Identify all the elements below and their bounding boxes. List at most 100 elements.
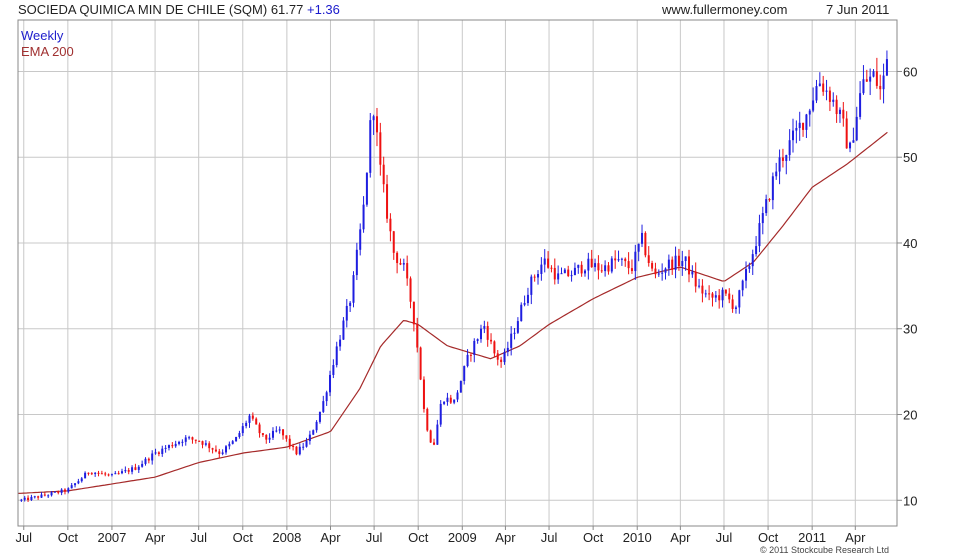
- candle: [604, 260, 607, 277]
- candle: [791, 118, 795, 153]
- candle-body: [235, 436, 238, 442]
- x-tick-label-7: Apr: [320, 530, 341, 545]
- candle: [261, 432, 264, 437]
- candle-body: [590, 258, 593, 268]
- candle: [835, 95, 838, 123]
- candle-body: [157, 452, 160, 454]
- candle-body: [426, 408, 429, 431]
- candle: [419, 346, 422, 381]
- candle-body: [483, 326, 486, 329]
- candle: [178, 440, 181, 446]
- candle-body: [610, 258, 613, 272]
- candle-body: [429, 430, 432, 443]
- candle-body: [375, 116, 378, 133]
- candle: [832, 92, 835, 107]
- candle-body: [641, 232, 644, 244]
- candle: [808, 108, 811, 127]
- candle-body: [500, 359, 503, 363]
- candle-body: [701, 285, 704, 294]
- candle: [349, 301, 352, 312]
- candle: [724, 289, 727, 297]
- candle: [241, 422, 244, 436]
- candle: [386, 174, 389, 223]
- candle-body: [604, 265, 607, 272]
- candle: [459, 380, 462, 393]
- candle-body: [617, 259, 620, 261]
- candle: [479, 324, 482, 343]
- candle-body: [392, 231, 395, 253]
- candle-body: [553, 267, 556, 280]
- candle-body: [466, 354, 469, 367]
- candle: [785, 154, 788, 175]
- candle: [607, 262, 610, 275]
- candle: [97, 470, 100, 477]
- candle: [47, 494, 50, 498]
- candle: [211, 447, 214, 454]
- candle: [208, 441, 211, 453]
- candle: [426, 407, 429, 432]
- x-tick-label-6: 2008: [272, 530, 301, 545]
- candle-body: [104, 473, 107, 475]
- candle-body: [198, 440, 201, 442]
- candle-body: [241, 426, 244, 434]
- candle: [500, 356, 503, 368]
- candle-body: [738, 290, 741, 308]
- candle: [40, 492, 43, 498]
- candle-body: [47, 495, 50, 497]
- candle: [657, 269, 660, 277]
- candle-body: [389, 218, 392, 232]
- candle-body: [228, 443, 231, 447]
- candle: [828, 86, 831, 112]
- candle: [449, 394, 452, 405]
- candle: [597, 255, 600, 280]
- candle-body: [624, 258, 627, 262]
- candle: [295, 446, 298, 456]
- candle: [620, 257, 623, 266]
- candle-body: [258, 424, 261, 434]
- candle-body: [637, 243, 640, 252]
- candle-body: [134, 467, 137, 470]
- candle-body: [37, 496, 40, 498]
- candle: [345, 299, 348, 328]
- candle: [201, 440, 204, 449]
- x-tick-label-15: Apr: [670, 530, 691, 545]
- candle-body: [231, 441, 234, 444]
- candle: [714, 290, 717, 303]
- copyright-notice: © 2011 Stockcube Research Ltd: [760, 545, 890, 555]
- candle: [114, 471, 117, 475]
- candle: [550, 265, 553, 273]
- candle: [490, 333, 493, 345]
- candle: [63, 488, 66, 495]
- candle: [795, 120, 798, 144]
- candle-body: [835, 99, 838, 115]
- candle: [765, 194, 768, 216]
- candle: [318, 411, 321, 424]
- candle: [818, 72, 821, 87]
- candle-body: [359, 229, 362, 250]
- candle-body: [560, 273, 563, 275]
- candle-body: [436, 424, 439, 445]
- candle-body: [842, 109, 845, 119]
- candle: [553, 258, 556, 285]
- candle-body: [107, 474, 110, 476]
- candle: [570, 270, 573, 282]
- candle: [869, 68, 872, 96]
- candle-body: [406, 263, 409, 279]
- candle-body: [365, 172, 368, 205]
- candle-body: [211, 448, 214, 450]
- candle-body: [493, 341, 496, 354]
- candle: [755, 236, 758, 257]
- candle: [134, 463, 137, 471]
- candle: [761, 206, 764, 235]
- candle: [161, 445, 164, 457]
- candle-body: [325, 392, 328, 402]
- candle-body: [308, 434, 311, 442]
- candle: [456, 390, 459, 403]
- candle: [429, 429, 432, 443]
- candle-body: [292, 445, 295, 447]
- candle: [127, 467, 130, 475]
- candle-body: [127, 470, 130, 472]
- candle-body: [503, 351, 506, 363]
- candle-body: [486, 326, 489, 340]
- candle: [600, 264, 603, 273]
